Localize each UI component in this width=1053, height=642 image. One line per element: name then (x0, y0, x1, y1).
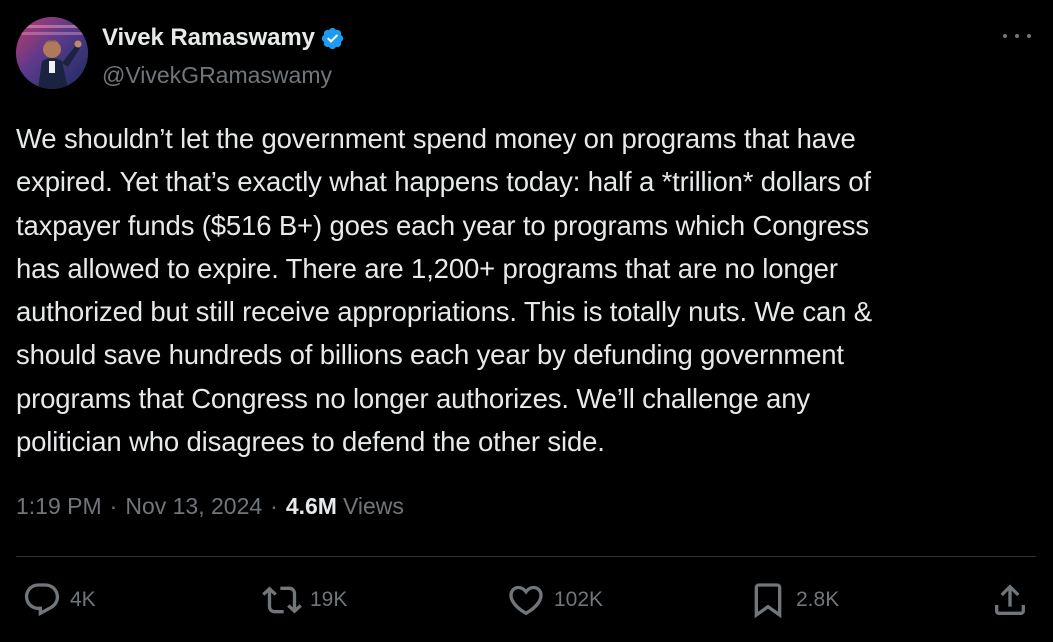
reply-button[interactable]: 4K (22, 576, 96, 624)
repost-icon (262, 580, 302, 620)
reply-icon (22, 580, 62, 620)
repost-button[interactable]: 19K (262, 576, 347, 624)
tweet-metadata: 1:19 PM · Nov 13, 2024 · 4.6M Views (16, 493, 404, 520)
author-handle[interactable]: @VivekGRamaswamy (102, 62, 345, 89)
bookmark-button[interactable]: 2.8K (748, 576, 839, 624)
heart-icon (506, 580, 546, 620)
like-button[interactable]: 102K (506, 576, 603, 624)
verified-badge-icon (320, 26, 345, 51)
display-name[interactable]: Vivek Ramaswamy (102, 24, 315, 52)
share-button[interactable] (990, 576, 1030, 624)
views-count[interactable]: 4.6M (286, 493, 337, 520)
action-bar: 4K 19K 102K 2.8K (0, 576, 1053, 624)
repost-count: 19K (310, 588, 348, 611)
bookmark-icon (748, 580, 788, 620)
avatar-image (16, 17, 88, 89)
meta-separator: · (109, 493, 118, 519)
tweet-header: Vivek Ramaswamy @VivekGRamaswamy (102, 22, 345, 89)
share-icon (990, 580, 1030, 620)
tweet-date[interactable]: Nov 13, 2024 (125, 493, 262, 520)
name-row: Vivek Ramaswamy (102, 22, 345, 54)
tweet: Vivek Ramaswamy @VivekGRamaswamy We shou… (0, 0, 1053, 642)
bookmark-count: 2.8K (796, 588, 840, 611)
tweet-text: We shouldn’t let the government spend mo… (16, 123, 872, 458)
like-count: 102K (554, 588, 604, 611)
avatar[interactable] (16, 17, 88, 89)
meta-separator: · (270, 493, 278, 519)
more-options-icon[interactable] (1003, 26, 1031, 46)
divider (16, 556, 1036, 557)
views-label: Views (342, 493, 404, 519)
tweet-time[interactable]: 1:19 PM (16, 493, 102, 520)
reply-count: 4K (70, 588, 96, 611)
